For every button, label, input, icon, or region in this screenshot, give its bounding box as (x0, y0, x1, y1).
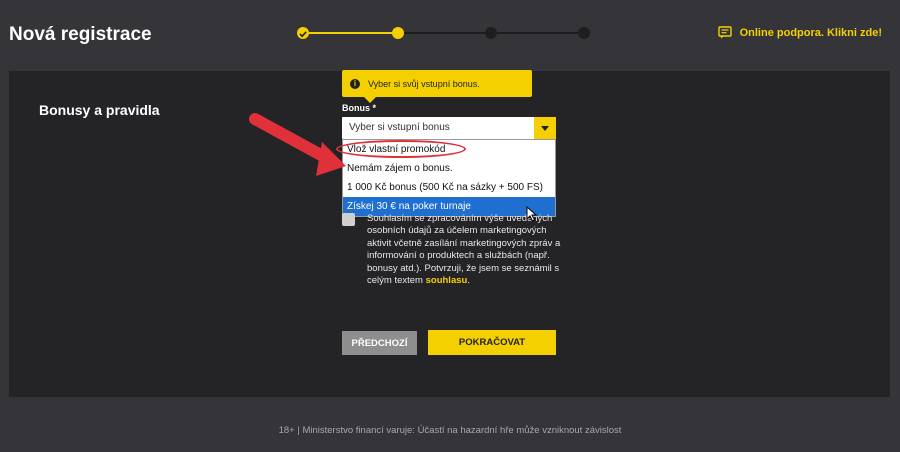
consent-checkbox[interactable] (342, 213, 355, 226)
chevron-down-icon (541, 125, 549, 131)
annotation-oval (336, 140, 466, 158)
continue-button[interactable]: POKRAČOVAT (428, 330, 556, 355)
gambling-warning-footer: 18+ | Ministerstvo financí varuje: Účast… (278, 425, 622, 436)
stepper-line-done (302, 32, 398, 34)
section-title: Bonusy a pravidla (39, 102, 160, 118)
consent-link[interactable]: souhlasu (426, 275, 468, 286)
step-1-complete (297, 27, 309, 39)
previous-button[interactable]: PŘEDCHOZÍ (342, 331, 417, 355)
bonus-option-1000-kc[interactable]: 1 000 Kč bonus (500 Kč na sázky + 500 FS… (343, 178, 555, 197)
bonus-label: Bonus * (342, 103, 377, 113)
step-4 (578, 27, 590, 39)
consent-text: Souhlasím se zpracováním výše uvedených … (367, 213, 562, 287)
bonus-select-toggle[interactable] (534, 117, 556, 139)
bonus-select[interactable]: Vyber si vstupní bonus (342, 117, 556, 139)
tooltip-text: Vyber si svůj vstupní bonus. (368, 78, 480, 89)
online-support-link[interactable]: Online podpora. Klikni zde! (717, 26, 882, 39)
bonus-option-no-bonus[interactable]: Nemám zájem o bonus. (343, 159, 555, 178)
header: Nová registrace Online podpora. Klikni z… (0, 0, 900, 70)
progress-stepper (296, 26, 592, 40)
bonus-tooltip: i Vyber si svůj vstupní bonus. (342, 70, 532, 103)
bonus-select-value: Vyber si vstupní bonus (349, 122, 450, 133)
mouse-cursor-icon (526, 206, 538, 222)
chat-icon (717, 26, 732, 39)
support-text: Online podpora. Klikni zde! (739, 26, 882, 39)
page-title: Nová registrace (9, 24, 152, 45)
step-2-current (392, 27, 404, 39)
info-icon: i (350, 78, 360, 89)
check-icon (299, 31, 307, 38)
consent-end: . (467, 275, 470, 287)
step-3 (485, 27, 497, 39)
